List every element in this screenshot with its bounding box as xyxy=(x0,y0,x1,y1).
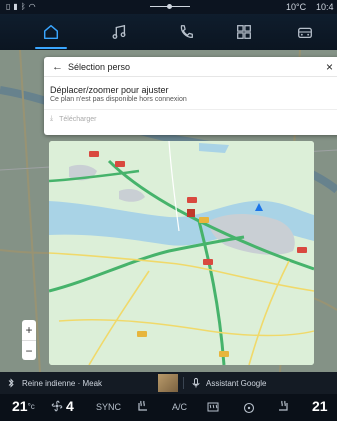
dialog-title: Sélection perso xyxy=(68,62,131,72)
car-icon xyxy=(298,27,312,39)
nav-home[interactable] xyxy=(29,18,73,49)
selected-area-map[interactable] xyxy=(49,141,314,365)
back-arrow-icon[interactable]: ← xyxy=(52,61,64,73)
nav-phone[interactable] xyxy=(164,18,208,46)
download-button[interactable]: ⤓ Télécharger xyxy=(50,115,96,123)
ac-label: A/C xyxy=(172,402,188,412)
ac-button[interactable]: A/C xyxy=(172,402,187,412)
driver-temp-unit: °c xyxy=(27,401,35,411)
wifi-icon: ◠ xyxy=(28,2,36,11)
dialog-divider xyxy=(44,109,337,110)
rear-defrost-icon xyxy=(207,402,219,412)
sync-button[interactable]: SYNC xyxy=(96,402,121,412)
seat-heat-button[interactable] xyxy=(136,400,150,414)
steering-heat-button[interactable] xyxy=(242,400,256,414)
zoom-out-button[interactable]: − xyxy=(22,340,36,360)
apps-icon xyxy=(237,25,251,39)
offline-area-dialog: ← Sélection perso × Déplacer/zoomer pour… xyxy=(44,57,337,135)
zoom-controls: + − xyxy=(22,320,36,360)
seat-heat-icon xyxy=(279,400,288,411)
google-assistant[interactable]: Assistant Google xyxy=(206,379,266,388)
download-icon: ⤓ xyxy=(50,115,54,122)
close-icon[interactable]: × xyxy=(326,60,333,74)
driver-temp-value: 21 xyxy=(12,398,28,414)
music-icon xyxy=(112,24,126,39)
outside-temperature: 10°C xyxy=(286,2,307,12)
seat-heat-icon xyxy=(138,400,147,411)
media-bar: Reine indienne · Meak Assistant Google xyxy=(0,372,337,394)
nav-apps[interactable] xyxy=(222,18,266,46)
sync-label: SYNC xyxy=(96,402,122,412)
now-playing[interactable]: Reine indienne · Meak xyxy=(22,379,102,388)
bluetooth-icon xyxy=(8,378,14,388)
dialog-header: ← Sélection perso × xyxy=(44,57,337,77)
instruction-subtitle: Ce plan n'est pas disponible hors connex… xyxy=(50,96,187,103)
climate-bar: 21 °c 4 SYNC A/C 21 xyxy=(0,394,337,421)
sim-icon: ▯ xyxy=(6,2,11,11)
status-bar: ▯ ▮ ᛒ ◠ 10°C 10:4 xyxy=(0,0,337,14)
instruction-heading: Déplacer/zoomer pour ajuster xyxy=(50,85,169,95)
signal-icon: ▮ xyxy=(13,2,18,11)
selected-area-graphic xyxy=(49,141,314,365)
bluetooth-icon: ᛒ xyxy=(20,2,26,11)
driver-temperature[interactable]: 21 °c xyxy=(12,398,35,414)
fan-speed-value: 4 xyxy=(66,398,74,414)
page-indicator xyxy=(150,4,190,9)
clock: 10:4 xyxy=(316,2,334,12)
microphone-icon xyxy=(192,378,200,388)
phone-icon xyxy=(180,25,193,39)
steering-wheel-icon xyxy=(243,402,255,414)
passenger-seat-heat-button[interactable] xyxy=(276,400,290,414)
zoom-in-button[interactable]: + xyxy=(22,320,36,340)
passenger-temp-value: 21 xyxy=(312,398,328,414)
nav-vehicle[interactable] xyxy=(283,18,327,46)
home-icon xyxy=(43,24,59,40)
nav-music[interactable] xyxy=(97,18,141,46)
top-nav xyxy=(0,14,337,50)
download-label: Télécharger xyxy=(59,115,97,123)
fan-icon xyxy=(51,400,63,412)
album-art[interactable] xyxy=(158,374,178,392)
fan-speed[interactable]: 4 xyxy=(50,398,74,414)
media-divider xyxy=(183,377,184,389)
rear-defrost-button[interactable] xyxy=(206,400,220,414)
status-icons: ▯ ▮ ᛒ ◠ xyxy=(6,2,36,12)
passenger-temperature[interactable]: 21 xyxy=(312,398,328,414)
